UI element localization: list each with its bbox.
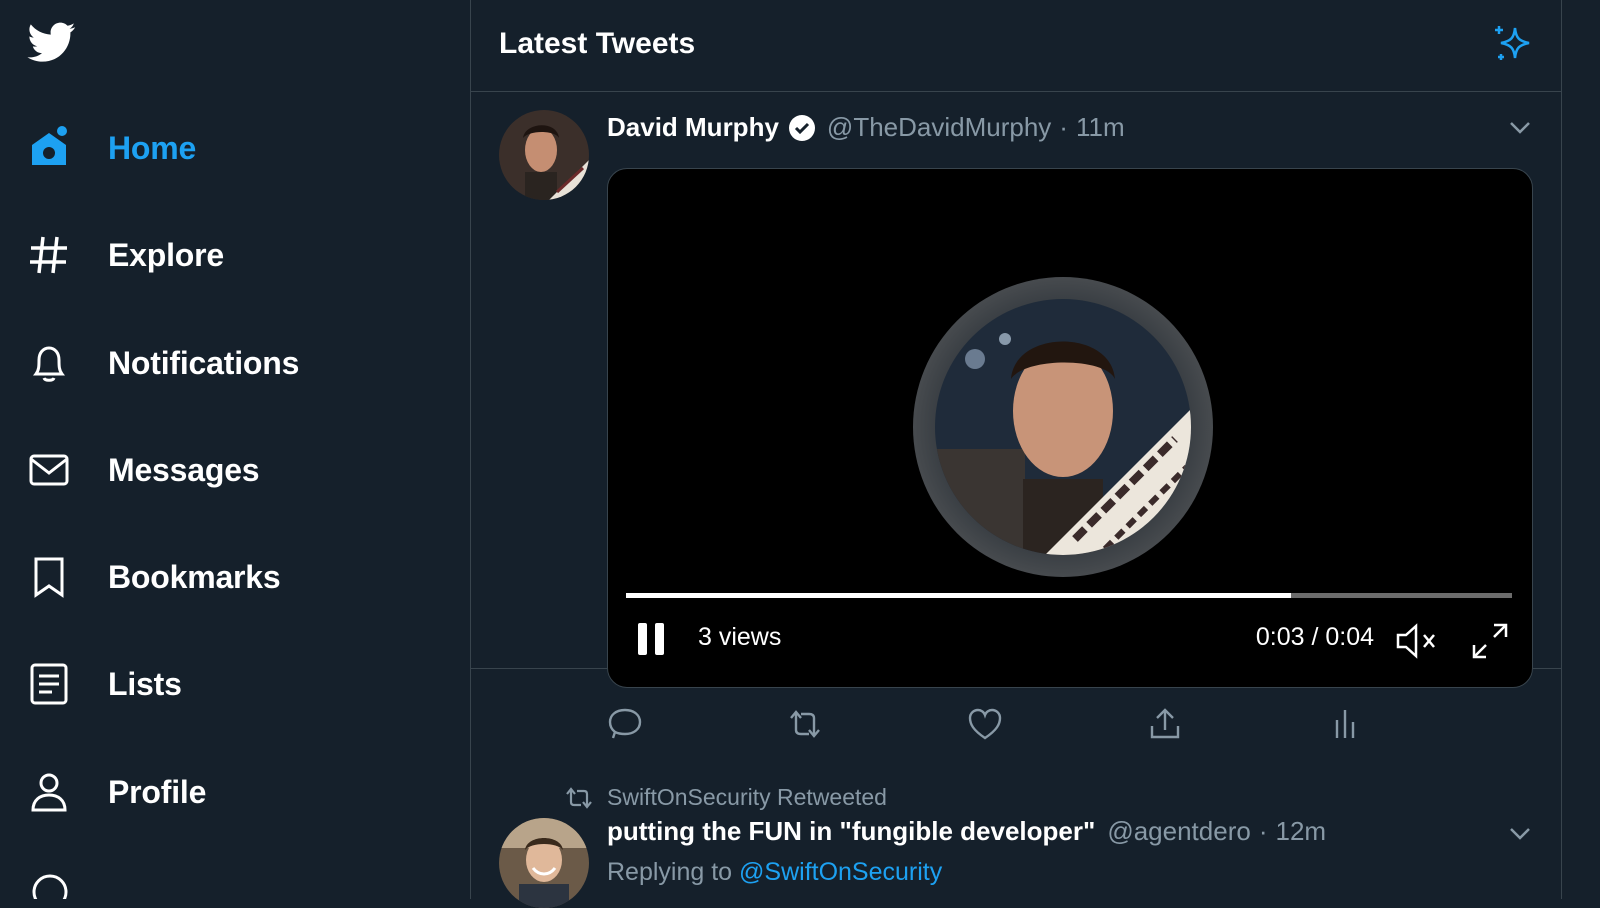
video-time: 0:03 / 0:04 bbox=[1255, 623, 1374, 651]
fullscreen-icon[interactable] bbox=[1470, 621, 1510, 661]
envelope-icon bbox=[26, 447, 72, 493]
sidebar-item-bookmarks[interactable]: Bookmarks bbox=[26, 547, 281, 607]
reply-to-link[interactable]: @SwiftOnSecurity bbox=[739, 858, 942, 886]
chevron-down-icon[interactable] bbox=[1507, 114, 1533, 140]
sidebar-item-label: Messages bbox=[108, 451, 260, 488]
sidebar-item-profile[interactable]: Profile bbox=[26, 762, 206, 822]
sidebar-item-notifications[interactable]: Notifications bbox=[26, 333, 299, 393]
video-view-count: 3 views bbox=[698, 623, 782, 651]
sidebar-item-home[interactable]: Home bbox=[26, 118, 196, 178]
retweet-icon[interactable] bbox=[787, 706, 823, 742]
sidebar-item-explore[interactable]: Explore bbox=[26, 225, 224, 285]
video-frame bbox=[935, 299, 1191, 555]
replying-to-label: Replying to bbox=[607, 858, 733, 886]
sidebar-item-label: Lists bbox=[108, 665, 182, 702]
twitter-bird-icon[interactable] bbox=[26, 18, 78, 66]
analytics-icon[interactable] bbox=[1327, 706, 1363, 742]
reply-icon[interactable] bbox=[607, 706, 643, 742]
tweet[interactable]: David Murphy @TheDavidMurphy · 11m 3 vie… bbox=[471, 0, 1561, 740]
sidebar-item-label: Profile bbox=[108, 773, 207, 810]
verified-badge-icon bbox=[787, 113, 817, 143]
video-player[interactable]: 3 views 0:03 / 0:04 bbox=[607, 168, 1533, 688]
sidebar-item-label: Explore bbox=[108, 236, 224, 273]
avatar[interactable] bbox=[499, 818, 589, 908]
author-name[interactable]: David Murphy bbox=[607, 112, 779, 143]
retweet-icon bbox=[565, 786, 593, 810]
tweet-time[interactable]: 11m bbox=[1076, 112, 1125, 143]
home-icon bbox=[26, 125, 72, 171]
retweeted-by-label[interactable]: SwiftOnSecurity Retweeted bbox=[607, 784, 887, 811]
avatar[interactable] bbox=[499, 110, 589, 200]
retweet-context: SwiftOnSecurity Retweeted bbox=[565, 784, 887, 811]
sidebar: Home Explore Notifications Messages Book… bbox=[0, 0, 470, 899]
mute-icon[interactable] bbox=[1394, 621, 1440, 661]
tweet-time[interactable]: 12m bbox=[1275, 816, 1326, 847]
author-handle[interactable]: @TheDavidMurphy bbox=[827, 112, 1051, 143]
tweet-meta: putting the FUN in "fungible developer" … bbox=[607, 816, 1326, 847]
sidebar-item-lists[interactable]: Lists bbox=[26, 654, 182, 714]
bell-icon bbox=[26, 340, 72, 386]
list-icon bbox=[26, 661, 72, 707]
tweet-actions bbox=[607, 706, 1367, 746]
tweet-meta: David Murphy @TheDavidMurphy · 11m bbox=[607, 112, 1125, 143]
author-name[interactable]: putting the FUN in "fungible developer" bbox=[607, 816, 1095, 847]
timeline-column: Latest Tweets David Murphy @TheDavidMurp… bbox=[470, 0, 1562, 908]
sidebar-item-label: Home bbox=[108, 129, 197, 166]
sidebar-item-label: Notifications bbox=[108, 344, 300, 381]
video-progress-fill bbox=[626, 593, 1291, 598]
pause-button[interactable] bbox=[636, 621, 666, 657]
person-icon bbox=[26, 769, 72, 815]
more-icon[interactable] bbox=[30, 872, 70, 899]
sidebar-item-label: Bookmarks bbox=[108, 558, 281, 595]
author-handle[interactable]: @agentdero bbox=[1107, 816, 1251, 847]
share-icon[interactable] bbox=[1147, 706, 1183, 742]
chevron-down-icon[interactable] bbox=[1507, 820, 1533, 846]
separator-dot: · bbox=[1258, 816, 1268, 846]
sidebar-item-messages[interactable]: Messages bbox=[26, 440, 260, 500]
like-icon[interactable] bbox=[967, 706, 1003, 742]
reply-context: Replying to @SwiftOnSecurity bbox=[607, 858, 942, 887]
hashtag-icon bbox=[26, 232, 72, 278]
video-progress-bar[interactable] bbox=[626, 593, 1512, 598]
separator-dot: · bbox=[1059, 112, 1068, 142]
bookmark-icon bbox=[26, 554, 72, 600]
